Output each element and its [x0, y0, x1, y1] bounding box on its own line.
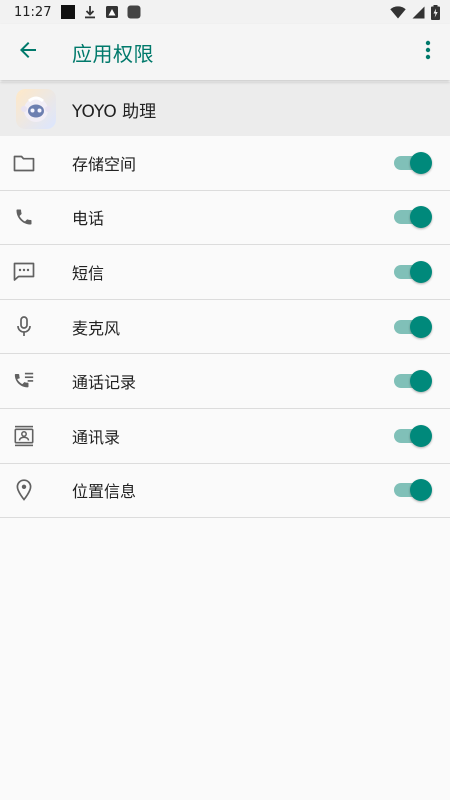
status-time: 11:27 — [14, 4, 52, 20]
toggle-thumb — [410, 370, 432, 393]
toggle-thumb — [410, 260, 432, 283]
permission-row-microphone[interactable]: 麦克风 — [0, 300, 450, 355]
permission-row-call-log[interactable]: 通话记录 — [0, 354, 450, 409]
download-icon — [83, 5, 97, 19]
toggle-thumb — [410, 479, 432, 502]
status-bar: 11:27 — [0, 0, 450, 24]
arrow-back-icon — [18, 40, 38, 64]
permission-row-sms[interactable]: 短信 — [0, 245, 450, 300]
phone-icon — [12, 205, 36, 229]
permission-label: 电话 — [72, 209, 105, 229]
folder-icon — [12, 151, 36, 175]
app-icon — [127, 5, 141, 19]
mic-icon — [12, 315, 36, 339]
permission-toggle[interactable] — [394, 424, 432, 448]
wifi-icon — [390, 5, 406, 19]
permission-label: 麦克风 — [72, 318, 121, 338]
permission-row-storage[interactable]: 存储空间 — [0, 136, 450, 191]
sms-icon — [12, 260, 36, 284]
call-log-icon — [12, 369, 36, 393]
permission-toggle[interactable] — [394, 315, 432, 339]
permission-row-contacts[interactable]: 通讯录 — [0, 409, 450, 464]
toggle-thumb — [410, 315, 432, 338]
more-vert-icon — [425, 40, 431, 64]
permission-toggle[interactable] — [394, 151, 432, 175]
permission-list: 存储空间 电话 短信 麦克风 通话记录 通讯录 位置信息 — [0, 136, 450, 519]
app-header: YOYO 助理 — [0, 82, 450, 136]
yoyo-robot-icon — [16, 89, 56, 129]
permission-toggle[interactable] — [394, 369, 432, 393]
permission-label: 位置信息 — [72, 482, 137, 502]
permission-label: 通讯录 — [72, 427, 121, 447]
location-icon — [12, 478, 36, 502]
page-title: 应用权限 — [72, 41, 154, 66]
notification-icons — [61, 5, 141, 19]
back-button[interactable] — [0, 24, 56, 80]
toggle-thumb — [410, 151, 432, 174]
overflow-menu-button[interactable] — [406, 24, 450, 80]
permission-label: 短信 — [72, 263, 105, 283]
contacts-icon — [12, 424, 36, 448]
black-square-icon — [61, 5, 76, 19]
app-name: YOYO 助理 — [72, 101, 157, 122]
toggle-thumb — [410, 424, 432, 447]
toggle-thumb — [410, 206, 432, 229]
permission-row-location[interactable]: 位置信息 — [0, 464, 450, 519]
signal-icon — [412, 6, 425, 19]
photo-icon — [105, 5, 119, 19]
system-icons — [390, 4, 440, 20]
permission-label: 通话记录 — [72, 373, 137, 393]
permission-toggle[interactable] — [394, 478, 432, 502]
permission-toggle[interactable] — [394, 205, 432, 229]
battery-charging-icon — [431, 4, 440, 20]
permission-toggle[interactable] — [394, 260, 432, 284]
app-bar: 应用权限 — [0, 24, 450, 80]
permission-row-phone[interactable]: 电话 — [0, 191, 450, 246]
permission-label: 存储空间 — [72, 154, 137, 174]
